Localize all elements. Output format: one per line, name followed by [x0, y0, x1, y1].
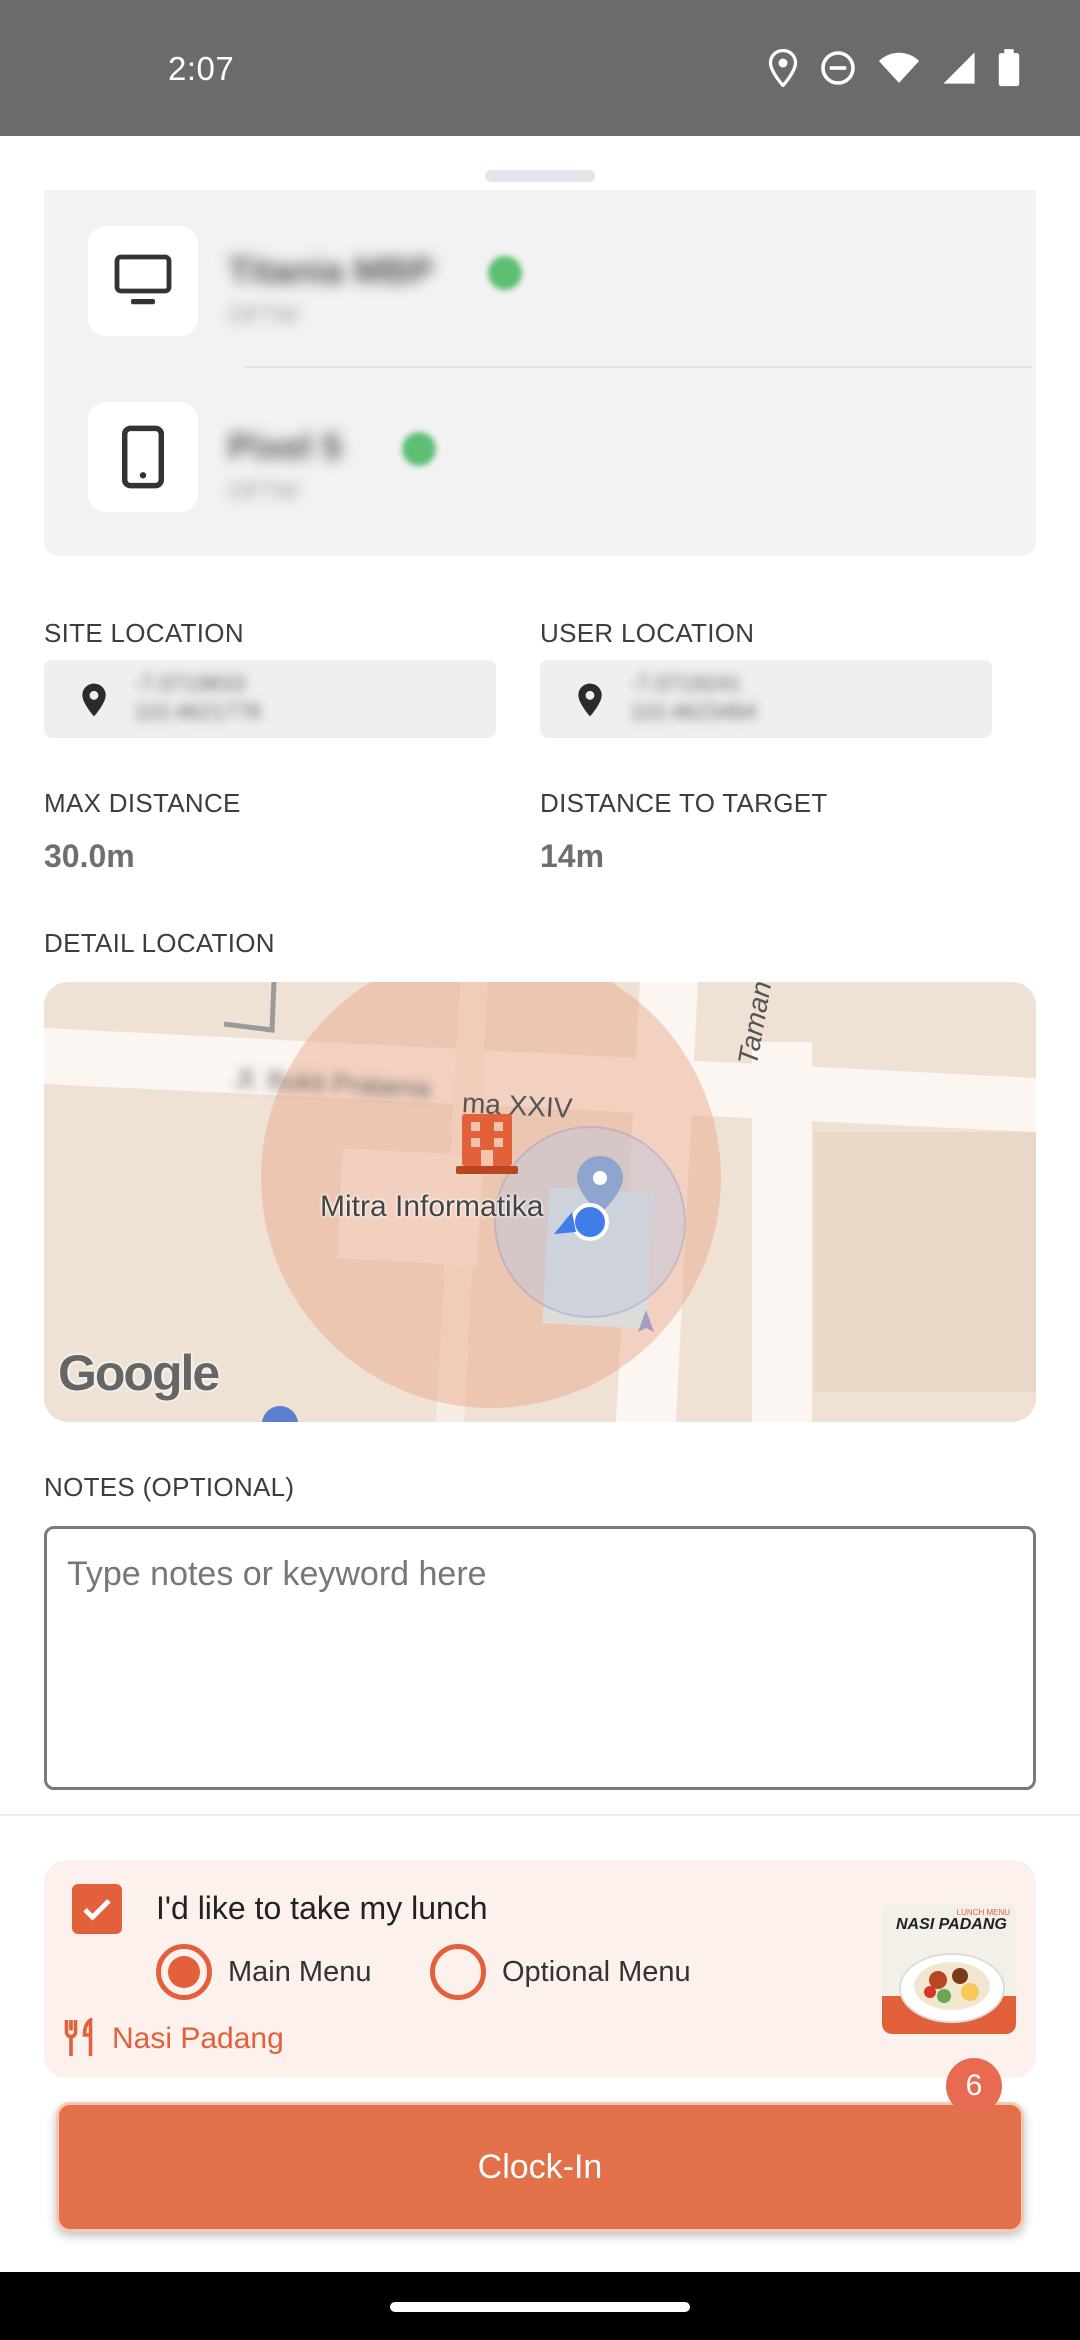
radio-selected-dot: [168, 1956, 200, 1988]
food-thumbnail: LUNCH MENU NASI PADANG: [882, 1904, 1016, 2034]
place-label: Mitra Informatika: [320, 1190, 544, 1223]
home-gesture-handle[interactable]: [390, 2302, 690, 2312]
notification-badge: 6: [946, 2058, 1002, 2114]
divider: [244, 366, 1032, 368]
navigation-bar: [0, 2272, 1080, 2340]
distance-to-target-label: DISTANCE TO TARGET: [540, 788, 828, 818]
street-label: ma XXIV: [461, 1087, 574, 1124]
device-name: Titania MBP: [228, 250, 434, 291]
online-status-dot: [488, 256, 522, 290]
device-item[interactable]: Pixel 5 OFTW: [88, 402, 988, 512]
devices-card: Titania MBP OFTW Pixel 5 OFTW: [44, 190, 1036, 556]
clock-in-button[interactable]: Clock-In: [56, 2102, 1024, 2232]
site-coordinates: -7.0719833 110.4621778: [134, 671, 261, 724]
online-status-dot: [402, 432, 436, 466]
notes-label: NOTES (OPTIONAL): [44, 1472, 295, 1502]
device-name: Pixel 5: [228, 426, 343, 467]
notes-input[interactable]: Type notes or keyword here: [44, 1526, 1036, 1790]
fork-knife-icon: [62, 2016, 98, 2063]
selected-food[interactable]: Nasi Padang: [112, 2022, 284, 2056]
max-distance-value: 30.0m: [44, 838, 135, 874]
location-map[interactable]: Jl. Bukit Pratama ma XXIV Taman Pra Mitr…: [44, 982, 1036, 1422]
status-time: 2:07: [168, 50, 235, 87]
monitor-icon: [88, 226, 198, 336]
lunch-checkbox[interactable]: [72, 1884, 122, 1934]
user-location-field: -7.0719241 110.4623484: [540, 660, 992, 738]
map-pin-icon: [80, 682, 108, 723]
food-image: [882, 1953, 1016, 2034]
battery-icon: [998, 48, 1020, 88]
divider: [0, 1814, 1080, 1816]
lunch-title: I'd like to take my lunch: [156, 1890, 488, 1926]
distance-to-target-value: 14m: [540, 838, 605, 874]
max-distance-label: MAX DISTANCE: [44, 788, 241, 818]
do-not-disturb-icon: [820, 48, 856, 88]
device-sub: OFTW: [228, 478, 299, 505]
device-sub: OFTW: [228, 302, 299, 329]
cellular-signal-icon: [942, 48, 976, 88]
phone-icon: [88, 402, 198, 512]
main-menu-radio[interactable]: [156, 1944, 212, 2000]
status-icons: [768, 48, 1020, 88]
location-icon: [768, 48, 798, 88]
detail-location-label: DETAIL LOCATION: [44, 928, 275, 958]
optional-menu-label[interactable]: Optional Menu: [502, 1956, 691, 1989]
site-location-label: SITE LOCATION: [44, 618, 244, 648]
sheet-drag-handle[interactable]: [485, 170, 595, 182]
wifi-icon: [878, 48, 920, 88]
notes-placeholder: Type notes or keyword here: [67, 1555, 487, 1593]
user-location-label: USER LOCATION: [540, 618, 755, 648]
optional-menu-radio[interactable]: [430, 1944, 486, 2000]
main-menu-label[interactable]: Main Menu: [228, 1956, 371, 1989]
device-item[interactable]: Titania MBP OFTW: [88, 226, 988, 336]
user-coordinates: -7.0719241 110.4623484: [630, 671, 757, 724]
google-logo: Google: [58, 1345, 220, 1401]
status-bar: 2:07: [0, 0, 1080, 136]
lunch-card: I'd like to take my lunch Main Menu Opti…: [44, 1860, 1036, 2078]
check-icon: [83, 1899, 111, 1921]
site-location-field: -7.0719833 110.4621778: [44, 660, 496, 738]
map-pin-icon: [576, 682, 604, 723]
